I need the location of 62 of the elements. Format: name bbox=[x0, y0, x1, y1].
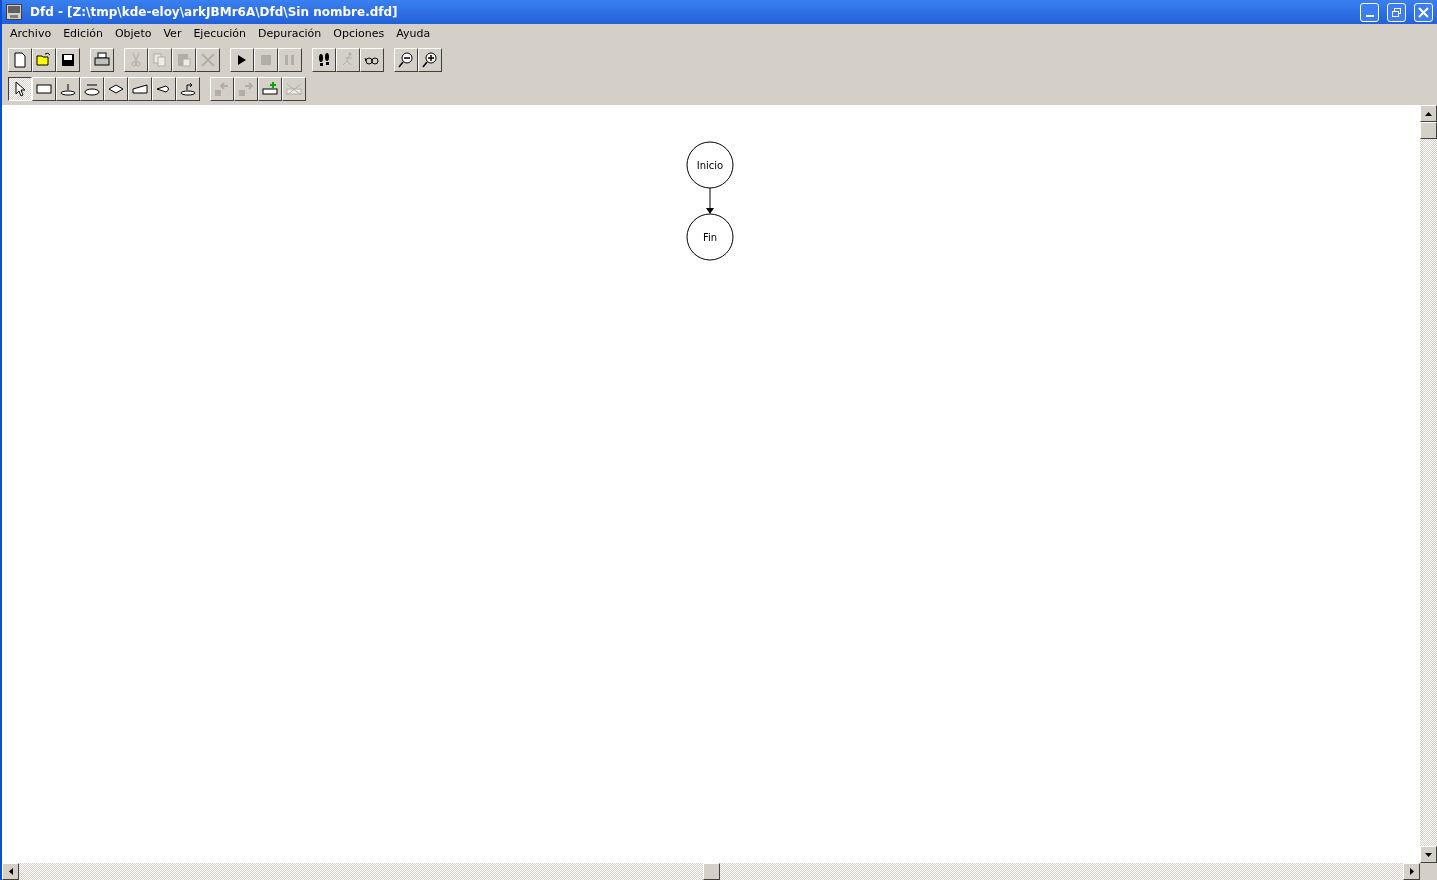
rectangle-tool-button[interactable] bbox=[32, 76, 56, 101]
menu-item[interactable]: Archivo bbox=[4, 26, 58, 43]
printer-icon bbox=[94, 51, 110, 68]
loop-shape-tool-button[interactable] bbox=[80, 76, 104, 101]
menu-item[interactable]: Ejecución bbox=[187, 26, 252, 43]
zoom-out-icon bbox=[398, 51, 414, 68]
plus-icon bbox=[262, 80, 278, 97]
menu-item[interactable]: Depuración bbox=[252, 26, 328, 43]
printer-tool-button[interactable] bbox=[90, 47, 114, 72]
zoom-in-icon bbox=[422, 51, 438, 68]
footprints-tool-button[interactable] bbox=[312, 47, 336, 72]
pointer-tool-button[interactable] bbox=[8, 76, 32, 101]
close-button[interactable] bbox=[1414, 2, 1433, 22]
right-arrow-icon bbox=[1409, 868, 1414, 875]
node-label: Inicio bbox=[696, 160, 724, 171]
restore-icon bbox=[1391, 6, 1402, 18]
terminal-node bbox=[686, 141, 734, 189]
clipboard-icon bbox=[176, 51, 192, 68]
restore-button[interactable] bbox=[1387, 2, 1406, 22]
close-icon bbox=[1418, 6, 1429, 18]
vertical-scrollbar[interactable] bbox=[1420, 105, 1437, 863]
diamond-tool-button[interactable] bbox=[104, 76, 128, 101]
pointer-icon bbox=[12, 80, 28, 97]
folder-icon bbox=[36, 51, 52, 68]
scissors-icon bbox=[128, 51, 144, 68]
arrow-shape-tool-button[interactable] bbox=[176, 76, 200, 101]
page-icon bbox=[12, 51, 28, 68]
floppy-disk-tool-button[interactable] bbox=[56, 47, 80, 72]
folder-tool-button[interactable] bbox=[32, 47, 56, 72]
footprints-icon bbox=[316, 51, 332, 68]
arrow-shape-icon bbox=[180, 80, 196, 97]
window-title: Dfd - [Z:\tmp\kde-eloy\arkJBMr6A\Dfd\Sin nombre.dfd] bbox=[30, 4, 399, 21]
menu-item[interactable]: Ayuda bbox=[390, 26, 437, 43]
plus-tool-button[interactable] bbox=[258, 76, 282, 101]
menu-item[interactable]: Opciones bbox=[327, 26, 391, 43]
glasses-tool-button[interactable] bbox=[360, 47, 384, 72]
app-icon bbox=[6, 4, 22, 20]
node-label: Fin bbox=[702, 232, 718, 243]
minimize-icon bbox=[1365, 14, 1374, 17]
tapered-shape-tool-button[interactable] bbox=[152, 76, 176, 101]
left-arrow-icon bbox=[214, 80, 230, 97]
input-shape-tool-button[interactable] bbox=[56, 76, 80, 101]
horizontal-scrollbar[interactable] bbox=[2, 863, 1437, 880]
copy-icon bbox=[152, 51, 168, 68]
terminal-node bbox=[686, 213, 734, 261]
menu-item[interactable]: Edición bbox=[57, 26, 109, 43]
right-arrow-icon bbox=[238, 80, 254, 97]
zoom-out-tool-button[interactable] bbox=[394, 47, 418, 72]
minimize-button[interactable] bbox=[1360, 2, 1379, 22]
scrollbar-thumb[interactable] bbox=[1420, 122, 1437, 139]
zoom-in-tool-button[interactable] bbox=[418, 47, 442, 72]
left-arrow-icon bbox=[8, 868, 13, 875]
scrollbar-thumb[interactable] bbox=[702, 863, 720, 880]
up-arrow-icon bbox=[1425, 111, 1432, 116]
down-arrow-icon bbox=[1425, 852, 1432, 857]
menu-item[interactable]: Ver bbox=[157, 26, 188, 43]
output-shape-tool-button[interactable] bbox=[128, 76, 152, 101]
play-tool-button[interactable] bbox=[230, 47, 254, 72]
page-tool-button[interactable] bbox=[8, 47, 32, 72]
connector-arrow bbox=[706, 187, 714, 214]
menu-item[interactable]: Objeto bbox=[108, 26, 158, 43]
x-icon bbox=[200, 51, 216, 68]
